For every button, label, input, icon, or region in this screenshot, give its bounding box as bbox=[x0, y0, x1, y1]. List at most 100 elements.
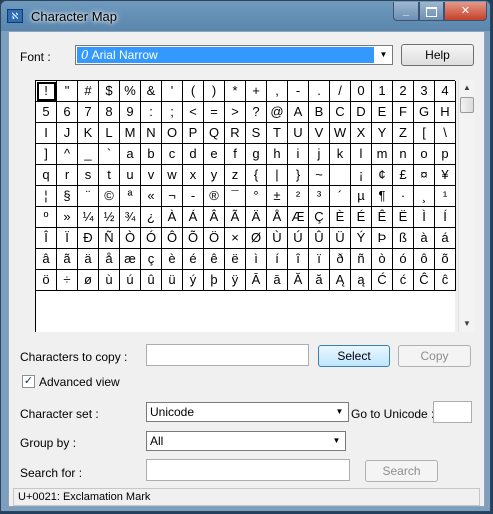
character-cell[interactable]: D bbox=[351, 102, 372, 123]
character-cell[interactable]: ÿ bbox=[225, 270, 246, 291]
title-bar[interactable]: ℵ Character Map _ ✕ bbox=[1, 1, 492, 31]
character-cell[interactable]: ó bbox=[393, 249, 414, 270]
character-cell[interactable]: ? bbox=[246, 102, 267, 123]
character-cell[interactable]: V bbox=[309, 123, 330, 144]
character-cell[interactable]: : bbox=[141, 102, 162, 123]
character-cell[interactable]: Ã bbox=[225, 207, 246, 228]
character-cell[interactable]: Ê bbox=[372, 207, 393, 228]
character-cell[interactable]: ² bbox=[288, 186, 309, 207]
scroll-up-icon[interactable]: ▲ bbox=[459, 80, 475, 96]
character-cell[interactable]: ½ bbox=[99, 207, 120, 228]
character-cell[interactable]: Ć bbox=[372, 270, 393, 291]
character-cell[interactable]: å bbox=[99, 249, 120, 270]
character-cell[interactable]: ( bbox=[183, 81, 204, 102]
character-cell-selected[interactable]: ! bbox=[36, 81, 57, 102]
character-cell[interactable]: { bbox=[246, 165, 267, 186]
character-cell[interactable]: Â bbox=[204, 207, 225, 228]
scroll-down-icon[interactable]: ▼ bbox=[459, 316, 475, 332]
character-cell[interactable]: 7 bbox=[78, 102, 99, 123]
character-cell[interactable]: P bbox=[183, 123, 204, 144]
character-cell[interactable]: Í bbox=[435, 207, 456, 228]
character-cell[interactable]: ¥ bbox=[435, 165, 456, 186]
character-cell[interactable]: Ç bbox=[309, 207, 330, 228]
character-cell[interactable]: @ bbox=[267, 102, 288, 123]
character-cell[interactable]: Ð bbox=[78, 228, 99, 249]
character-cell[interactable]: º bbox=[36, 207, 57, 228]
character-cell[interactable]: ß bbox=[393, 228, 414, 249]
character-cell[interactable]: ~ bbox=[309, 165, 330, 186]
character-cell[interactable]: Ù bbox=[267, 228, 288, 249]
character-cell[interactable]: Ø bbox=[246, 228, 267, 249]
character-cell[interactable]: ò bbox=[372, 249, 393, 270]
character-cell[interactable]: Å bbox=[267, 207, 288, 228]
character-cell[interactable]: N bbox=[141, 123, 162, 144]
character-cell[interactable]: x bbox=[183, 165, 204, 186]
character-cell[interactable]: X bbox=[351, 123, 372, 144]
character-cell[interactable]: 0 bbox=[351, 81, 372, 102]
character-cell[interactable]: õ bbox=[435, 249, 456, 270]
character-cell[interactable]: W bbox=[330, 123, 351, 144]
character-cell[interactable]: 4 bbox=[435, 81, 456, 102]
character-cell[interactable]: s bbox=[78, 165, 99, 186]
character-cell[interactable]: í bbox=[267, 249, 288, 270]
character-cell[interactable]: H bbox=[435, 102, 456, 123]
character-cell[interactable]: $ bbox=[99, 81, 120, 102]
character-cell[interactable]: Ä bbox=[246, 207, 267, 228]
chevron-down-icon[interactable]: ▼ bbox=[376, 47, 391, 63]
character-cell[interactable]: z bbox=[225, 165, 246, 186]
help-button[interactable]: Help bbox=[401, 44, 474, 66]
close-button[interactable]: ✕ bbox=[444, 2, 487, 21]
character-cell[interactable]: Ò bbox=[120, 228, 141, 249]
character-cell[interactable]: à bbox=[414, 228, 435, 249]
character-cell[interactable]: Z bbox=[393, 123, 414, 144]
character-cell[interactable]: a bbox=[120, 144, 141, 165]
character-cell[interactable]: % bbox=[120, 81, 141, 102]
character-cell[interactable]: R bbox=[225, 123, 246, 144]
character-cell[interactable]: ï bbox=[309, 249, 330, 270]
character-cell[interactable]: } bbox=[288, 165, 309, 186]
character-cell[interactable]: ú bbox=[120, 270, 141, 291]
character-cell[interactable]: 9 bbox=[120, 102, 141, 123]
character-cell[interactable]: - bbox=[288, 81, 309, 102]
character-cell[interactable]: b bbox=[141, 144, 162, 165]
character-cell[interactable]: f bbox=[225, 144, 246, 165]
character-cell[interactable]: & bbox=[141, 81, 162, 102]
search-input[interactable] bbox=[146, 459, 350, 481]
characters-to-copy-input[interactable] bbox=[146, 344, 309, 366]
character-cell[interactable]: M bbox=[120, 123, 141, 144]
character-cell[interactable]: ® bbox=[204, 186, 225, 207]
character-cell[interactable]: ù bbox=[99, 270, 120, 291]
character-cell[interactable]: ` bbox=[99, 144, 120, 165]
character-cell[interactable]: ĉ bbox=[435, 270, 456, 291]
character-cell[interactable]: E bbox=[372, 102, 393, 123]
chevron-down-icon[interactable]: ▼ bbox=[332, 404, 347, 420]
character-cell[interactable]: 3 bbox=[414, 81, 435, 102]
character-cell[interactable]: c bbox=[162, 144, 183, 165]
character-cell[interactable]: ; bbox=[162, 102, 183, 123]
character-cell[interactable]: · bbox=[393, 186, 414, 207]
character-cell[interactable]: J bbox=[57, 123, 78, 144]
character-cell[interactable]: r bbox=[57, 165, 78, 186]
character-cell[interactable]: ´ bbox=[330, 186, 351, 207]
character-cell[interactable]: d bbox=[183, 144, 204, 165]
grid-scrollbar[interactable]: ▲ ▼ bbox=[458, 80, 475, 332]
select-button[interactable]: Select bbox=[318, 345, 390, 367]
character-cell[interactable]: L bbox=[99, 123, 120, 144]
character-cell[interactable]: ¨ bbox=[78, 186, 99, 207]
character-cell[interactable]: B bbox=[309, 102, 330, 123]
character-cell[interactable]: ÷ bbox=[57, 270, 78, 291]
character-cell[interactable]: ă bbox=[309, 270, 330, 291]
character-cell[interactable]: ³ bbox=[309, 186, 330, 207]
character-set-select[interactable]: Unicode ▼ bbox=[146, 402, 349, 422]
character-cell[interactable]: Û bbox=[309, 228, 330, 249]
character-cell[interactable]: ¾ bbox=[120, 207, 141, 228]
character-cell[interactable]: ¡ bbox=[351, 165, 372, 186]
character-cell[interactable]: ą bbox=[351, 270, 372, 291]
character-cell[interactable]: , bbox=[267, 81, 288, 102]
character-cell[interactable]: » bbox=[57, 207, 78, 228]
character-cell[interactable]: ô bbox=[414, 249, 435, 270]
character-cell[interactable]: w bbox=[162, 165, 183, 186]
character-cell[interactable]: ê bbox=[204, 249, 225, 270]
character-cell[interactable]: Ñ bbox=[99, 228, 120, 249]
go-to-unicode-input[interactable] bbox=[433, 401, 472, 423]
